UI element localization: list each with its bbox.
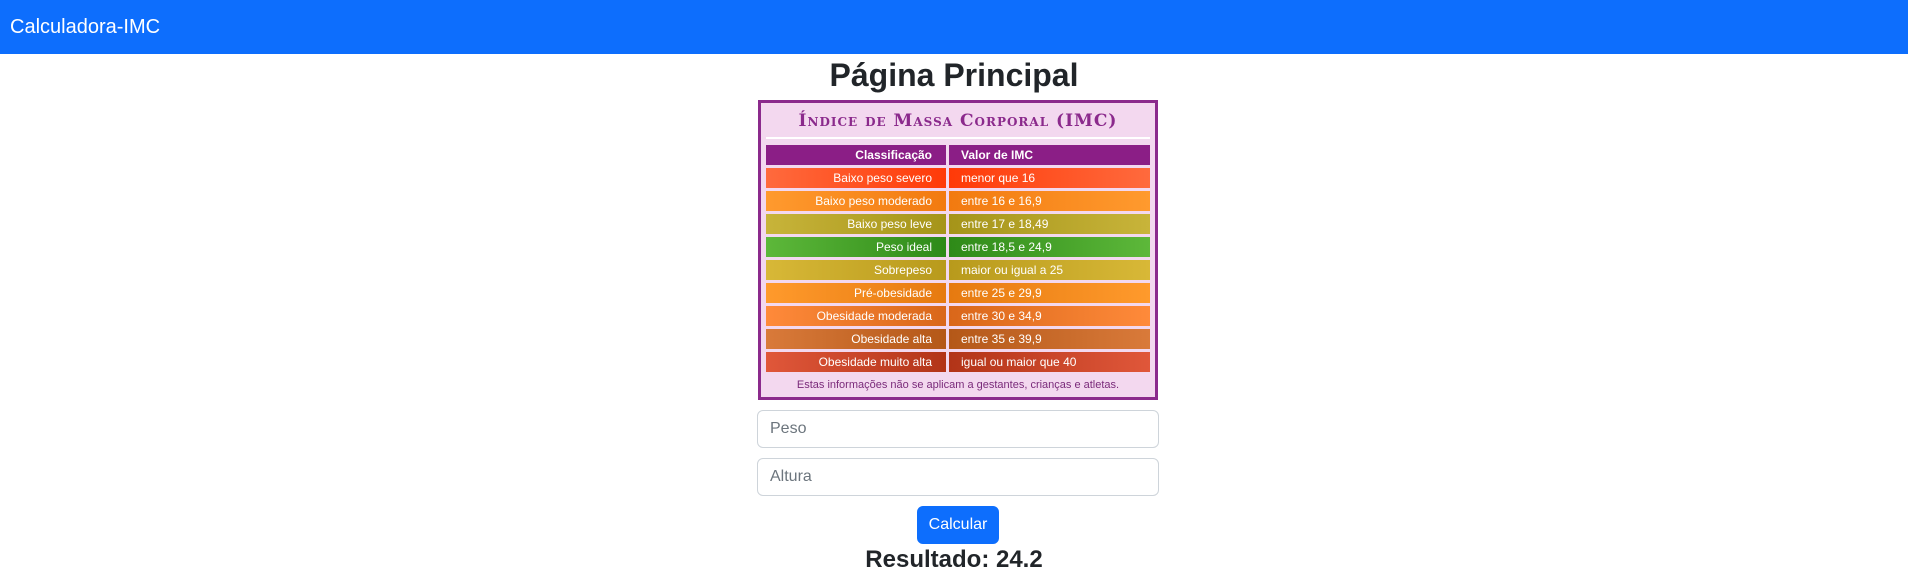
imc-row-value: entre 35 e 39,9 (949, 329, 1150, 349)
altura-input[interactable] (757, 458, 1159, 496)
navbar: Calculadora-IMC (0, 0, 1908, 54)
imc-header-value: Valor de IMC (949, 145, 1150, 165)
imc-table-row: Sobrepeso maior ou igual a 25 (766, 260, 1150, 280)
imc-row-value: entre 17 e 18,49 (949, 214, 1150, 234)
page-title: Página Principal (829, 57, 1079, 93)
imc-row-classification: Baixo peso moderado (766, 191, 946, 211)
imc-row-classification: Peso ideal (766, 237, 946, 257)
imc-row-value: maior ou igual a 25 (949, 260, 1150, 280)
imc-table-row: Peso ideal entre 18,5 e 24,9 (766, 237, 1150, 257)
imc-table-row: Obesidade muito alta igual ou maior que 4… (766, 352, 1150, 372)
navbar-brand[interactable]: Calculadora-IMC (10, 16, 160, 39)
imc-table-row: Baixo peso severo menor que 16 (766, 168, 1150, 188)
imc-table-row: Obesidade alta entre 35 e 39,9 (766, 329, 1150, 349)
imc-table-title: Índice de Massa Corporal (IMC) (798, 111, 1118, 131)
imc-row-classification: Obesidade moderada (766, 306, 946, 326)
peso-input[interactable] (757, 410, 1159, 448)
imc-header-classification: Classificação (766, 145, 946, 165)
imc-row-classification: Pré-obesidade (766, 283, 946, 303)
imc-row-classification: Baixo peso leve (766, 214, 946, 234)
imc-row-value: entre 25 e 29,9 (949, 283, 1150, 303)
result-text: Resultado: 24.2 (865, 546, 1043, 573)
imc-table-rows: Baixo peso severo menor que 16 Baixo peso … (766, 168, 1150, 372)
imc-table-row: Baixo peso leve entre 17 e 18,49 (766, 214, 1150, 234)
imc-table-header: Classificação Valor de IMC (766, 145, 1150, 165)
imc-row-value: igual ou maior que 40 (949, 352, 1150, 372)
calcular-button[interactable]: Calcular (917, 506, 999, 544)
imc-table-row: Baixo peso moderado entre 16 e 16,9 (766, 191, 1150, 211)
imc-row-value: menor que 16 (949, 168, 1150, 188)
imc-row-classification: Sobrepeso (766, 260, 946, 280)
imc-row-value: entre 30 e 34,9 (949, 306, 1150, 326)
imc-row-value: entre 16 e 16,9 (949, 191, 1150, 211)
imc-row-classification: Baixo peso severo (766, 168, 946, 188)
imc-table-image: Índice de Massa Corporal (IMC) Classific… (758, 100, 1158, 400)
imc-table-row: Obesidade moderada entre 30 e 34,9 (766, 306, 1150, 326)
imc-table-row: Pré-obesidade entre 25 e 29,9 (766, 283, 1150, 303)
imc-table-note: Estas informações não se aplicam a gesta… (796, 379, 1120, 391)
imc-table-divider (766, 137, 1150, 139)
imc-row-value: entre 18,5 e 24,9 (949, 237, 1150, 257)
imc-row-classification: Obesidade muito alta (766, 352, 946, 372)
imc-row-classification: Obesidade alta (766, 329, 946, 349)
